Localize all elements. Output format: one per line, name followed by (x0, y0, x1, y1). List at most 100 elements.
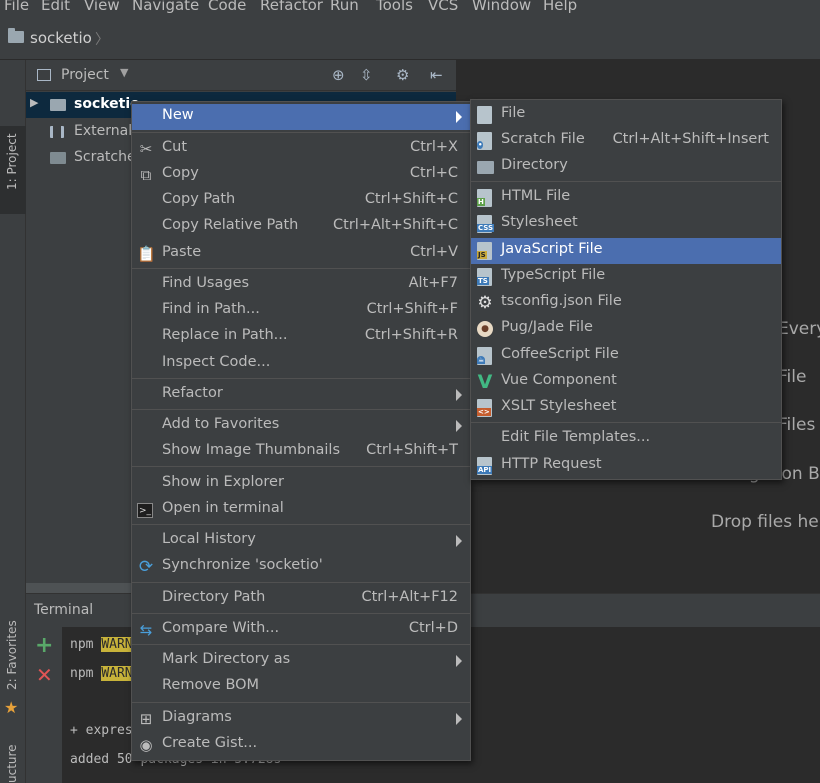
menu-item-new[interactable]: New (132, 104, 470, 130)
gear-icon[interactable]: ⚙ (396, 66, 409, 84)
submenu-item-typescript-file[interactable]: TS TypeScript File (471, 264, 781, 290)
menu-item-show-in-explorer[interactable]: Show in Explorer (132, 471, 470, 497)
menu-item-cut[interactable]: ✂ Cut Ctrl+X (132, 136, 470, 162)
menu-item-copy[interactable]: ⧉ Copy Ctrl+C (132, 162, 470, 188)
submenu-arrow-icon (456, 111, 462, 123)
submenu-item-edit-file-templates[interactable]: Edit File Templates... (471, 426, 781, 452)
submenu-item-javascript-file[interactable]: JS JavaScript File (471, 238, 781, 264)
menu-navigate[interactable]: Navigate (132, 0, 199, 14)
submenu-arrow-icon (456, 655, 462, 667)
hide-panel-icon[interactable]: ⇤ (430, 66, 443, 84)
menu-item-add-to-favorites[interactable]: Add to Favorites (132, 413, 470, 439)
submenu-arrow-icon (456, 420, 462, 432)
scratches-icon (50, 152, 66, 164)
hint-drop-files: Drop files he (711, 512, 819, 532)
submenu-item-stylesheet[interactable]: CSS Stylesheet (471, 211, 781, 237)
tsconfig-icon: ⚙ (477, 293, 493, 313)
vue-icon: V (477, 371, 493, 393)
menu-item-remove-bom[interactable]: Remove BOM (132, 674, 470, 700)
menu-help[interactable]: Help (543, 0, 577, 14)
diagram-icon: ⊞ (139, 710, 153, 728)
menu-edit[interactable]: Edit (41, 0, 70, 14)
submenu-item-coffeescript[interactable]: ☕ CoffeeScript File (471, 343, 781, 369)
tree-item-label: socketio (74, 96, 140, 112)
tool-tab-project-label: 1: Project (5, 133, 19, 190)
submenu-item-html-file[interactable]: H HTML File (471, 185, 781, 211)
menu-item-inspect-code[interactable]: Inspect Code... (132, 351, 470, 377)
css-file-icon: CSS (477, 215, 495, 233)
menu-item-refactor[interactable]: Refactor (132, 382, 470, 408)
breadcrumb-separator-icon: 〉 (95, 32, 109, 48)
submenu-arrow-icon (456, 389, 462, 401)
menu-item-diagrams[interactable]: ⊞ Diagrams (132, 706, 470, 732)
submenu-item-vue-component[interactable]: V Vue Component (471, 369, 781, 395)
close-icon[interactable]: ✕ (36, 663, 53, 687)
js-file-icon: JS (477, 242, 492, 260)
submenu-item-xslt-stylesheet[interactable]: <> XSLT Stylesheet (471, 395, 781, 421)
warn-badge: WARN (101, 666, 133, 681)
menu-item-replace-in-path[interactable]: Replace in Path... Ctrl+Shift+R (132, 324, 470, 350)
project-panel-header: Project ▼ ⊕ ⇳ ⚙ ⇤ (26, 60, 456, 91)
folder-icon (477, 161, 494, 174)
menu-item-copy-relative-path[interactable]: Copy Relative Path Ctrl+Alt+Shift+C (132, 214, 470, 240)
menu-item-synchronize[interactable]: ⟳ Synchronize 'socketio' (132, 554, 470, 580)
plus-icon[interactable]: + (35, 633, 53, 658)
submenu-arrow-icon (456, 713, 462, 725)
tool-tab-favorites-label: 2: Favorites (5, 620, 19, 690)
menu-item-compare-with[interactable]: ⇆ Compare With... Ctrl+D (132, 617, 470, 643)
menu-item-show-image-thumbnails[interactable]: Show Image Thumbnails Ctrl+Shift+T (132, 439, 470, 465)
terminal-line: + expres (70, 723, 133, 738)
menu-run[interactable]: Run (330, 0, 359, 14)
terminal-toolbar: + ✕ (26, 627, 62, 783)
tool-tab-structure[interactable]: ucture (0, 740, 26, 783)
menu-tools[interactable]: Tools (376, 0, 413, 14)
menu-item-paste[interactable]: 📋 Paste Ctrl+V (132, 241, 470, 267)
menu-item-find-usages[interactable]: Find Usages Alt+F7 (132, 272, 470, 298)
submenu-item-tsconfig[interactable]: ⚙ tsconfig.json File (471, 290, 781, 316)
folder-icon (8, 28, 24, 43)
hint-search-everywhere: Every (778, 319, 820, 339)
terminal-line: npm WARN (70, 666, 133, 681)
menu-window[interactable]: Window (472, 0, 531, 14)
menu-vcs[interactable]: VCS (428, 0, 458, 14)
tool-tab-structure-label: ucture (5, 744, 19, 783)
terminal-icon: >_ (137, 503, 153, 518)
submenu-item-http-request[interactable]: API HTTP Request (471, 453, 781, 479)
submenu-item-file[interactable]: File (471, 102, 781, 128)
hint-go-to-file: File (778, 367, 807, 387)
menu-item-find-in-path[interactable]: Find in Path... Ctrl+Shift+F (132, 298, 470, 324)
menu-code[interactable]: Code (208, 0, 246, 14)
warn-badge: WARN (101, 637, 133, 652)
library-icon (50, 126, 64, 138)
collapse-all-icon[interactable]: ⇳ (360, 66, 373, 84)
project-view-selector[interactable]: Project (61, 67, 109, 83)
coffeescript-icon: ☕ (477, 347, 492, 365)
menu-item-directory-path[interactable]: Directory Path Ctrl+Alt+F12 (132, 586, 470, 612)
expand-arrow-icon[interactable]: ▶ (30, 96, 38, 109)
menu-file[interactable]: File (4, 0, 29, 14)
chevron-down-icon[interactable]: ▼ (120, 66, 128, 79)
left-tool-stripe: 1: Project 2: Favorites ★ ucture (0, 60, 26, 783)
menu-item-create-gist[interactable]: ◉ Create Gist... (132, 732, 470, 758)
menu-item-copy-path[interactable]: Copy Path Ctrl+Shift+C (132, 188, 470, 214)
submenu-item-scratch-file[interactable]: • Scratch File Ctrl+Alt+Shift+Insert (471, 128, 781, 154)
tool-tab-favorites[interactable]: 2: Favorites ★ (0, 620, 26, 720)
menu-view[interactable]: View (84, 0, 120, 14)
submenu-arrow-icon (456, 535, 462, 547)
submenu-item-directory[interactable]: Directory (471, 154, 781, 180)
copy-icon: ⧉ (140, 166, 152, 184)
menu-refactor[interactable]: Refactor (260, 0, 323, 14)
html-file-icon: H (477, 189, 492, 207)
project-view-icon (37, 69, 51, 81)
sync-icon: ⟳ (138, 557, 154, 577)
submenu-item-pug-jade[interactable]: ● Pug/Jade File (471, 316, 781, 342)
menu-item-mark-directory-as[interactable]: Mark Directory as (132, 648, 470, 674)
scroll-from-source-icon[interactable]: ⊕ (332, 66, 345, 84)
http-request-icon: API (477, 457, 493, 475)
menu-item-local-history[interactable]: Local History (132, 528, 470, 554)
terminal-line: npm WARN (70, 637, 133, 652)
menu-item-open-in-terminal[interactable]: >_ Open in terminal (132, 497, 470, 523)
tool-tab-project[interactable]: 1: Project (0, 126, 26, 214)
github-icon: ◉ (139, 736, 153, 754)
breadcrumb-project[interactable]: socketio (30, 29, 92, 47)
